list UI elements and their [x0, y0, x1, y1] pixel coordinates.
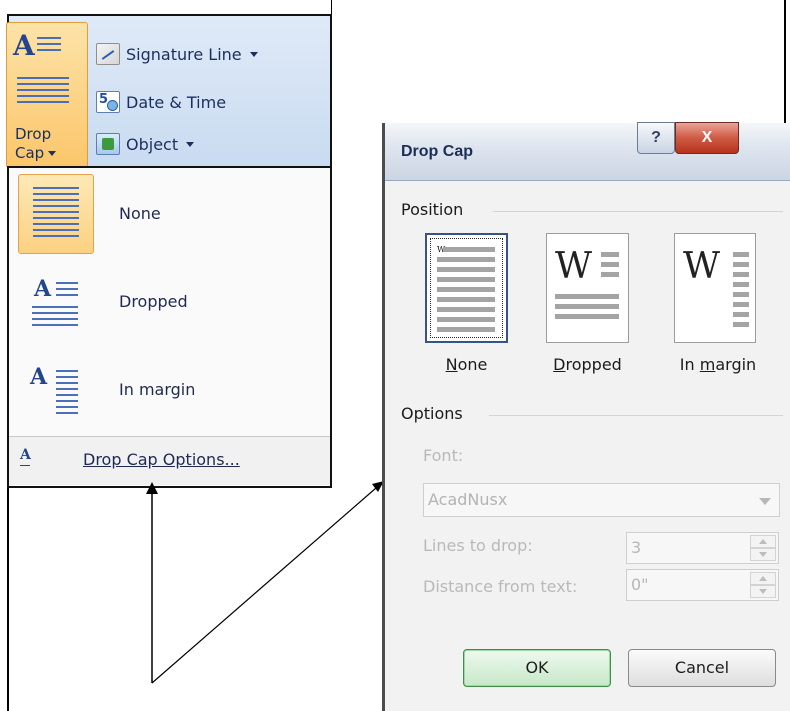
drop-cap-body-lines-icon — [17, 77, 69, 107]
position-group-label: Position — [401, 200, 464, 219]
object-label: Object — [126, 134, 179, 154]
position-none-label: None — [445, 355, 488, 374]
dialog-title: Drop Cap — [401, 143, 473, 160]
arrow-to-dialog-line — [151, 487, 377, 684]
position-in-margin-label: In margin — [679, 355, 757, 374]
lines-to-drop-spinner[interactable]: 3 — [626, 532, 779, 564]
drop-cap-options-label: Drop Cap Options... — [83, 450, 240, 469]
drop-cap-button[interactable]: A Drop Cap — [6, 22, 88, 168]
options-group-label: Options — [401, 404, 463, 423]
distance-from-text-value: 0" — [631, 575, 649, 594]
options-group-divider — [489, 415, 783, 416]
drop-cap-options-icon: A — [20, 447, 40, 469]
menu-item-label: In margin — [119, 380, 196, 399]
chevron-down-icon — [759, 498, 771, 505]
margin-w-icon: W — [683, 246, 721, 287]
date-time-label: Date & Time — [126, 92, 227, 112]
date-time-button[interactable]: Date & Time — [96, 88, 226, 116]
distance-from-text-spinner[interactable]: 0" — [626, 569, 779, 601]
menu-item-dropped[interactable]: A Dropped — [9, 264, 330, 340]
object-icon — [96, 133, 120, 155]
menu-item-label: Dropped — [119, 292, 188, 311]
position-dropped-label: Dropped — [553, 355, 622, 374]
chevron-down-icon — [186, 141, 195, 147]
chevron-down-icon — [249, 51, 258, 57]
frame-right-top-border — [331, 0, 332, 14]
lines-to-drop-label: Lines to drop: — [423, 536, 533, 555]
dropped-thumbnail-icon: A — [18, 264, 94, 340]
spin-up-icon[interactable] — [750, 535, 776, 548]
drop-cap-label-text: Cap — [15, 144, 45, 162]
help-button[interactable]: ? — [637, 122, 675, 154]
spin-down-icon[interactable] — [750, 548, 776, 561]
position-in-margin-option[interactable]: W — [674, 233, 756, 343]
calendar-clock-icon — [96, 91, 120, 113]
position-group-divider — [493, 211, 783, 212]
menu-item-label: None — [119, 204, 161, 223]
chevron-down-icon — [48, 151, 57, 156]
drop-cap-button-label: Drop Cap — [15, 125, 57, 163]
font-label: Font: — [423, 446, 464, 465]
drop-cap-letter-icon: A — [13, 29, 35, 62]
ok-button[interactable]: OK — [463, 649, 611, 687]
signature-icon — [96, 43, 120, 65]
drop-cap-dialog: Drop Cap ? X Position W W W None Dropped… — [382, 122, 790, 711]
drop-cap-label-line1: Drop — [15, 125, 52, 143]
frame-right-page-border — [784, 0, 786, 140]
position-dropped-option[interactable]: W — [546, 233, 629, 343]
signature-line-button[interactable]: Signature Line — [96, 40, 258, 68]
font-select-value: AcadNusx — [428, 490, 508, 509]
lines-to-drop-value: 3 — [631, 538, 642, 557]
dropped-w-icon: W — [555, 246, 593, 287]
position-none-option[interactable]: W — [425, 233, 508, 343]
drop-cap-menu: None A Dropped A In margin A Drop Cap Op… — [7, 166, 332, 488]
none-thumbnail-icon — [18, 174, 94, 254]
signature-line-label: Signature Line — [126, 44, 242, 64]
font-select[interactable]: AcadNusx — [423, 483, 780, 517]
menu-item-in-margin[interactable]: A In margin — [9, 350, 330, 430]
drop-cap-label-line2: Cap — [15, 144, 57, 163]
menu-item-none[interactable]: None — [9, 174, 330, 256]
dialog-titlebar: Drop Cap ? X — [385, 122, 790, 181]
in-margin-thumbnail-icon: A — [18, 350, 94, 430]
drop-cap-lines-icon — [37, 37, 61, 55]
spin-down-icon[interactable] — [750, 585, 776, 598]
object-button[interactable]: Object — [96, 130, 195, 158]
spin-up-icon[interactable] — [750, 572, 776, 585]
distance-from-text-label: Distance from text: — [423, 577, 578, 596]
cancel-button[interactable]: Cancel — [628, 649, 776, 687]
close-button[interactable]: X — [675, 122, 739, 154]
drop-cap-options-menu-item[interactable]: A Drop Cap Options... — [9, 437, 330, 485]
